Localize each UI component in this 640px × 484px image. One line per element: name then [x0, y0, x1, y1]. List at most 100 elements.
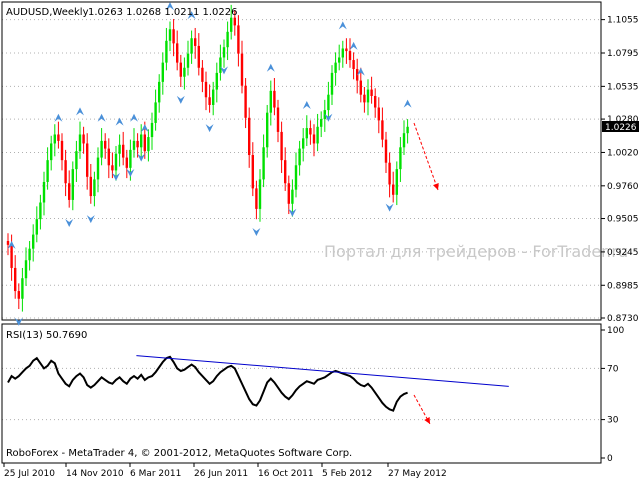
candle-body [147, 137, 150, 152]
candle-body [230, 17, 233, 32]
price-tick-label: 1.1055 [607, 16, 639, 26]
candle-body [140, 134, 143, 148]
candle-body [107, 148, 110, 166]
candle-body [201, 67, 204, 82]
candle-body [190, 38, 193, 54]
price-tick-label: 0.9245 [607, 248, 639, 258]
candle-body [42, 181, 46, 203]
candle-body [129, 149, 132, 168]
candle-body [86, 143, 89, 177]
price-tick-label: 0.8985 [607, 281, 639, 291]
candle-body [24, 260, 28, 279]
time-tick-label: 27 May 2012 [388, 469, 447, 479]
chart-window: Портал для трейдеров - ForTrader.ru AUDU… [0, 0, 640, 480]
candle-body [161, 62, 164, 82]
chart-canvas: Портал для трейдеров - ForTrader.ru AUDU… [0, 0, 640, 480]
candle-body [57, 134, 60, 141]
candle-body [233, 17, 236, 26]
candle-body [266, 112, 269, 148]
candle-body [75, 151, 78, 170]
candle-body [341, 48, 344, 58]
candle-body [312, 134, 316, 144]
candle-body [186, 53, 190, 68]
candle-body [136, 140, 139, 148]
candle-body [273, 90, 276, 108]
candle-body [208, 97, 211, 105]
candle-body [302, 138, 305, 149]
price-tick-label: 1.0020 [607, 148, 639, 158]
candle-body [287, 183, 290, 204]
candle-body [284, 160, 287, 184]
candle-body [132, 140, 136, 150]
candle-body [248, 117, 251, 156]
rsi-tick-label: 0 [607, 454, 613, 464]
time-tick-label: 16 Oct 2011 [258, 469, 314, 479]
candle-body [338, 57, 341, 63]
candle-body [172, 29, 175, 44]
candle-body [46, 160, 49, 182]
candle-body [262, 147, 265, 180]
candle-body [377, 107, 380, 121]
price-tick-label: 0.9760 [607, 182, 639, 192]
candle-body [35, 219, 38, 235]
candle-body [258, 179, 262, 209]
candle-body [244, 85, 247, 118]
candle-body [122, 144, 125, 158]
candle-body [158, 81, 161, 103]
candle-body [71, 169, 74, 200]
candle-body [50, 143, 53, 161]
candle-body [348, 51, 352, 61]
candle-body [406, 126, 409, 134]
candle-body [183, 67, 186, 77]
candle-body [118, 144, 121, 154]
candle-body [104, 140, 107, 149]
candle-body [399, 147, 402, 170]
candle-body [150, 122, 154, 138]
copyright-footer: RoboForex - MetaTrader 4, © 2001-2012, M… [6, 448, 352, 459]
rsi-tick-label: 100 [607, 326, 624, 336]
candle-body [402, 133, 406, 148]
watermark-text: Портал для трейдеров - ForTrader.ru [324, 242, 628, 261]
candle-body [125, 157, 128, 168]
candle-body [269, 90, 272, 113]
time-tick-label: 14 Nov 2010 [66, 469, 124, 479]
price-tick-label: 0.8730 [607, 314, 639, 324]
candle-body [212, 89, 215, 105]
candle-body [165, 40, 168, 63]
candle-body [64, 160, 67, 184]
candle-body [114, 153, 118, 171]
candle-body [374, 95, 377, 108]
candle-body [32, 234, 35, 249]
candle-body [388, 162, 391, 185]
candle-body [179, 62, 182, 77]
candle-body [100, 140, 103, 158]
candle-body [237, 25, 240, 54]
candle-body [255, 188, 258, 209]
candle-body [68, 183, 71, 200]
candle-body [10, 244, 13, 268]
candle-body [111, 165, 114, 171]
candle-body [330, 72, 334, 95]
candle-body [352, 60, 355, 70]
candle-body [395, 169, 398, 195]
candle-body [168, 29, 172, 41]
candle-body [78, 134, 82, 152]
time-tick-label: 6 Mar 2011 [130, 469, 181, 479]
price-tick-label: 1.0795 [607, 49, 639, 59]
candle-body [197, 45, 200, 68]
current-price-label: 1.0226 [605, 123, 637, 133]
candle-body [366, 89, 370, 103]
candle-body [194, 38, 197, 46]
candle-body [204, 81, 208, 98]
candle-body [82, 134, 85, 144]
chart-ohlc-label: 1.0263 1.0268 1.0211 1.0226 [88, 7, 238, 18]
candle-body [294, 165, 298, 190]
candle-body [96, 157, 100, 180]
rsi-tick-label: 30 [607, 416, 619, 426]
candle-body [359, 80, 362, 95]
rsi-tick-label: 70 [607, 364, 619, 374]
background [0, 0, 640, 480]
candle-body [93, 179, 96, 197]
candle-body [60, 140, 64, 161]
candle-body [240, 53, 244, 86]
